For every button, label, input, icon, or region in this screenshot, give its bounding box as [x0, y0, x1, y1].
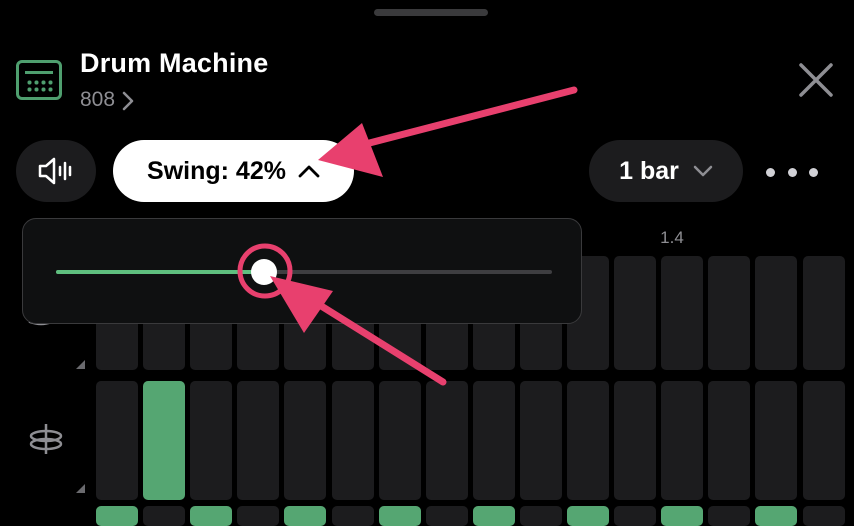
step-cell[interactable] — [378, 381, 421, 500]
step-cell[interactable] — [755, 506, 798, 526]
step-cell[interactable] — [708, 381, 751, 500]
step-cell[interactable] — [143, 381, 186, 500]
step-cell[interactable] — [802, 506, 845, 526]
step-cell[interactable] — [190, 381, 233, 500]
step-cell[interactable] — [519, 381, 562, 500]
step-cell[interactable] — [284, 381, 327, 500]
swing-slider[interactable] — [56, 259, 552, 285]
step-cell[interactable] — [708, 506, 751, 526]
step-cell[interactable] — [802, 256, 845, 370]
step-cell[interactable] — [472, 506, 515, 526]
step-cell[interactable] — [755, 381, 798, 500]
step-cell[interactable] — [96, 381, 138, 500]
step-cell[interactable] — [331, 506, 374, 526]
swing-slider-thumb[interactable] — [251, 259, 278, 285]
step-cell[interactable] — [661, 506, 704, 526]
step-cell[interactable] — [614, 381, 657, 500]
cymbal-icon — [29, 424, 63, 454]
step-cell[interactable] — [378, 506, 421, 526]
step-cell[interactable] — [237, 381, 280, 500]
step-cell[interactable] — [567, 381, 609, 500]
step-cell[interactable] — [661, 381, 704, 500]
step-cell[interactable] — [802, 381, 845, 500]
step-cell[interactable] — [661, 256, 704, 370]
step-cell[interactable] — [284, 506, 327, 526]
step-cell[interactable] — [425, 506, 468, 526]
step-cell[interactable] — [96, 506, 138, 526]
swing-slider-fill — [56, 270, 265, 274]
step-cell[interactable] — [190, 506, 233, 526]
step-cell[interactable] — [472, 381, 515, 500]
step-cell[interactable] — [237, 506, 280, 526]
step-cell[interactable] — [331, 381, 374, 500]
step-cell[interactable] — [519, 506, 562, 526]
step-cell[interactable] — [755, 256, 798, 370]
step-cell[interactable] — [614, 256, 657, 370]
step-cell[interactable] — [708, 256, 751, 370]
step-cell[interactable] — [567, 506, 609, 526]
swing-popover — [22, 218, 582, 324]
step-cell[interactable] — [143, 506, 186, 526]
track-resize-handle[interactable] — [76, 484, 85, 493]
step-cell[interactable] — [614, 506, 657, 526]
step-cell[interactable] — [425, 381, 468, 500]
track-resize-handle[interactable] — [76, 360, 85, 369]
